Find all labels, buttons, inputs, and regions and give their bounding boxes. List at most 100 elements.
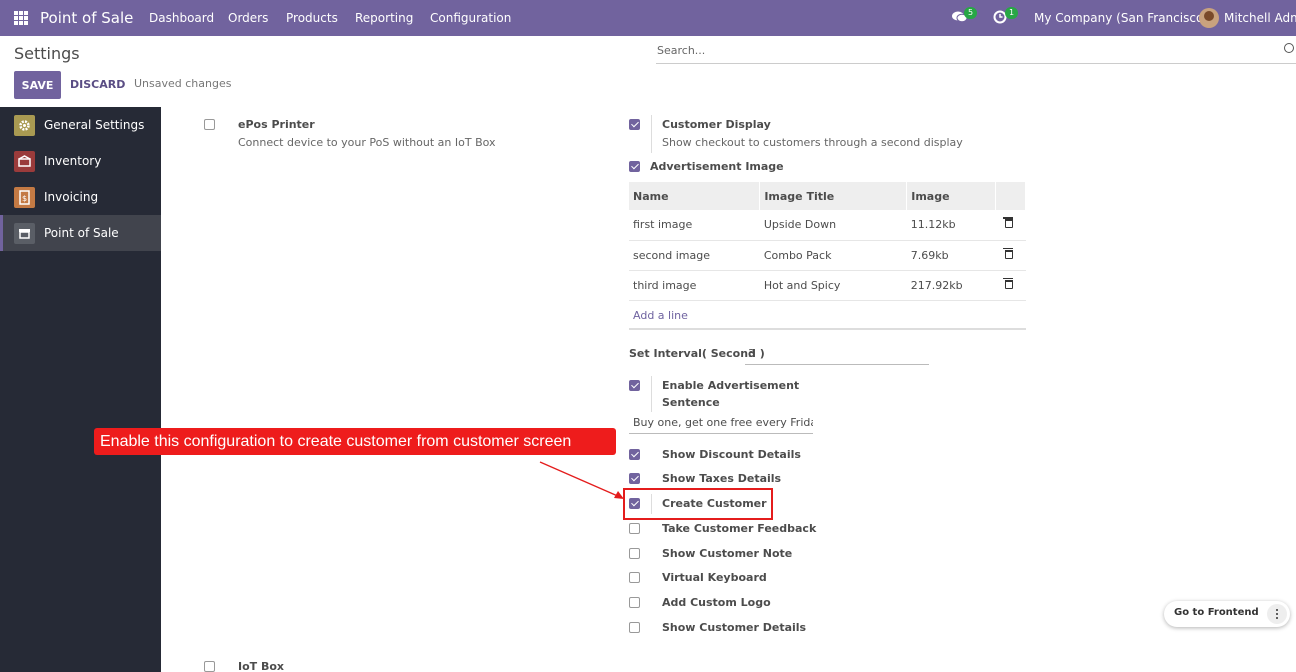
- delete-row-button[interactable]: [995, 240, 1026, 271]
- trash-icon: [1003, 247, 1014, 259]
- ad-sentence-underline: [629, 433, 813, 434]
- menu-configuration[interactable]: Configuration: [430, 11, 511, 25]
- add-custom-logo-checkbox[interactable]: [629, 597, 640, 608]
- inventory-icon: [14, 151, 35, 172]
- table-row[interactable]: first image Upside Down 11.12kb: [629, 210, 1026, 241]
- sidebar-item-inventory[interactable]: Inventory: [0, 143, 161, 179]
- trash-icon: [1003, 217, 1014, 229]
- take-customer-feedback-checkbox[interactable]: [629, 523, 640, 534]
- sidebar-item-label: Invoicing: [44, 190, 99, 204]
- add-line-link[interactable]: Add a line: [629, 300, 1026, 330]
- go-to-frontend-widget[interactable]: Go to Frontend: [1164, 601, 1290, 627]
- customer-display-checkbox[interactable]: [629, 119, 640, 130]
- cell-title[interactable]: Combo Pack: [759, 240, 907, 271]
- iot-box-checkbox[interactable]: [204, 661, 215, 672]
- sidebar-item-label: General Settings: [44, 118, 145, 132]
- set-interval-input[interactable]: 3: [748, 347, 755, 360]
- cell-name[interactable]: first image: [629, 210, 760, 241]
- app-brand[interactable]: Point of Sale: [40, 9, 133, 27]
- store-icon: [14, 223, 35, 244]
- sidebar-item-label: Inventory: [44, 154, 102, 168]
- activities-badge: 1: [1005, 7, 1019, 19]
- sidebar-item-general-settings[interactable]: General Settings: [0, 107, 161, 143]
- cell-title[interactable]: Hot and Spicy: [759, 270, 907, 301]
- table-row[interactable]: third image Hot and Spicy 217.92kb: [629, 270, 1026, 301]
- activities-button[interactable]: 1: [993, 7, 1019, 27]
- unsaved-status: Unsaved changes: [134, 77, 232, 90]
- apps-grid-icon[interactable]: [14, 11, 28, 25]
- column-header-image[interactable]: Image: [906, 182, 996, 210]
- cell-size[interactable]: 217.92kb: [906, 270, 996, 301]
- cell-size[interactable]: 7.69kb: [906, 240, 996, 271]
- enable-ad-sentence-label-2: Sentence: [662, 396, 720, 409]
- annotation-arrow: [539, 461, 624, 499]
- iot-box-label: IoT Box: [238, 660, 285, 672]
- show-customer-note-label: Show Customer Note: [662, 547, 793, 560]
- gear-icon: [14, 115, 35, 136]
- show-discount-details-label: Show Discount Details: [662, 448, 801, 461]
- add-custom-logo-label: Add Custom Logo: [662, 596, 771, 609]
- virtual-keyboard-checkbox[interactable]: [629, 572, 640, 583]
- advertisement-image-label: Advertisement Image: [650, 160, 784, 173]
- advertisement-image-checkbox[interactable]: [629, 161, 640, 172]
- delete-row-button[interactable]: [995, 210, 1026, 241]
- advertisement-table: Name Image Title Image first image Upsid…: [629, 182, 1027, 330]
- user-avatar[interactable]: [1199, 8, 1219, 28]
- trash-icon: [1003, 277, 1014, 289]
- cell-title[interactable]: Upside Down: [759, 210, 907, 241]
- show-customer-details-label: Show Customer Details: [662, 621, 807, 634]
- menu-orders[interactable]: Orders: [228, 11, 268, 25]
- epos-printer-checkbox[interactable]: [204, 119, 215, 130]
- settings-sidebar: General Settings Inventory $ Invoicing P…: [0, 107, 161, 672]
- annotation-highlight-box: [623, 488, 773, 520]
- show-discount-details-checkbox[interactable]: [629, 449, 640, 460]
- settings-content: ePos Printer Connect device to your PoS …: [161, 107, 1296, 672]
- search-icon[interactable]: [1284, 43, 1294, 53]
- delete-row-button[interactable]: [995, 270, 1026, 301]
- epos-printer-label: ePos Printer: [238, 118, 315, 131]
- enable-ad-sentence-label-1: Enable Advertisement: [662, 379, 800, 392]
- sidebar-item-invoicing[interactable]: $ Invoicing: [0, 179, 161, 215]
- invoice-icon: $: [14, 187, 35, 208]
- add-line-row[interactable]: Add a line: [629, 300, 1026, 330]
- show-taxes-details-label: Show Taxes Details: [662, 472, 782, 485]
- menu-products[interactable]: Products: [286, 11, 338, 25]
- messages-button[interactable]: 5: [952, 7, 978, 27]
- column-header-actions: [995, 182, 1027, 210]
- ad-sentence-input[interactable]: Buy one, get one free every Friday: [633, 416, 813, 429]
- discard-button[interactable]: DISCARD: [70, 78, 125, 91]
- show-customer-details-checkbox[interactable]: [629, 622, 640, 633]
- enable-ad-sentence-checkbox[interactable]: [629, 380, 640, 391]
- virtual-keyboard-label: Virtual Keyboard: [662, 571, 767, 584]
- company-switcher[interactable]: My Company (San Francisco): [1034, 11, 1208, 25]
- take-customer-feedback-label: Take Customer Feedback: [662, 522, 817, 535]
- save-button[interactable]: SAVE: [14, 71, 61, 99]
- customer-display-label: Customer Display: [662, 118, 771, 131]
- sidebar-item-label: Point of Sale: [44, 226, 119, 240]
- menu-reporting[interactable]: Reporting: [355, 11, 413, 25]
- sidebar-item-point-of-sale[interactable]: Point of Sale: [0, 215, 161, 251]
- top-navbar: Point of Sale Dashboard Orders Products …: [0, 0, 1296, 36]
- customer-display-description: Show checkout to customers through a sec…: [662, 136, 963, 149]
- messages-badge: 5: [964, 7, 978, 19]
- set-interval-underline: [745, 364, 929, 365]
- cell-name[interactable]: third image: [629, 270, 760, 301]
- search-input[interactable]: Search...: [657, 44, 705, 57]
- more-options-icon[interactable]: [1267, 604, 1287, 624]
- menu-dashboard[interactable]: Dashboard: [149, 11, 214, 25]
- column-header-image-title[interactable]: Image Title: [759, 182, 908, 210]
- epos-printer-description: Connect device to your PoS without an Io…: [238, 136, 496, 149]
- table-row[interactable]: second image Combo Pack 7.69kb: [629, 240, 1026, 271]
- search-bar[interactable]: Search...: [656, 40, 1296, 64]
- svg-text:$: $: [22, 194, 27, 203]
- show-customer-note-checkbox[interactable]: [629, 548, 640, 559]
- column-header-name[interactable]: Name: [629, 182, 761, 210]
- page-title: Settings: [14, 44, 80, 63]
- annotation-callout: Enable this configuration to create cust…: [94, 428, 616, 455]
- cell-name[interactable]: second image: [629, 240, 760, 271]
- divider: [651, 376, 652, 412]
- go-to-frontend-button[interactable]: Go to Frontend: [1174, 607, 1259, 618]
- show-taxes-details-checkbox[interactable]: [629, 473, 640, 484]
- cell-size[interactable]: 11.12kb: [906, 210, 996, 241]
- user-menu[interactable]: Mitchell Admin: [1224, 11, 1296, 25]
